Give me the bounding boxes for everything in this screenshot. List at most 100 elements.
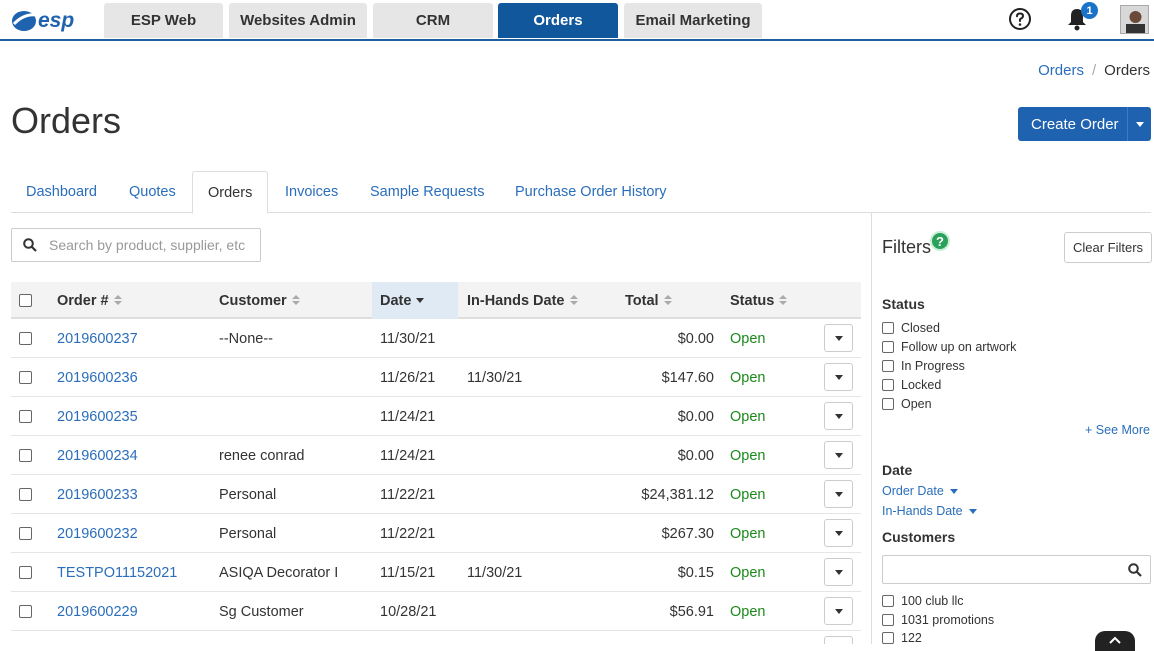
search-icon[interactable] (1128, 563, 1142, 577)
page-title: Orders (11, 100, 122, 141)
total-cell: $0.00 (677, 447, 714, 464)
checkbox[interactable] (882, 360, 894, 372)
checkbox[interactable] (882, 595, 894, 607)
tab-quotes[interactable]: Quotes (114, 171, 191, 213)
order-number-link[interactable]: 2019600236 (57, 358, 138, 397)
breadcrumb-orders-link[interactable]: Orders (1038, 62, 1084, 79)
filters-help-icon[interactable]: ? (930, 231, 950, 251)
breadcrumb: Orders / Orders (1038, 62, 1150, 79)
row-checkbox[interactable] (19, 410, 32, 423)
row-actions-dropdown[interactable] (824, 519, 853, 547)
order-number-link[interactable]: 2019600233 (57, 475, 138, 514)
create-order-dropdown-toggle[interactable] (1127, 107, 1151, 141)
row-actions-dropdown[interactable] (824, 441, 853, 469)
order-number-link[interactable]: 2019600229 (57, 592, 138, 631)
sort-descending-icon (416, 298, 425, 303)
row-actions-dropdown[interactable] (824, 402, 853, 430)
customer-filter-100-club[interactable]: 100 club llc (882, 593, 964, 609)
row-checkbox[interactable] (19, 332, 32, 345)
app-tab-orders[interactable]: Orders (498, 3, 618, 38)
table-row[interactable]: 2019600229 Sg Customer 10/28/21 $56.91 Open (11, 592, 861, 631)
select-all-checkbox[interactable] (19, 294, 32, 307)
status-filter-follow-up[interactable]: Follow up on artwork (882, 339, 1016, 355)
row-checkbox[interactable] (19, 605, 32, 618)
checkbox[interactable] (882, 379, 894, 391)
row-checkbox[interactable] (19, 566, 32, 579)
sort-icon (113, 295, 122, 306)
tab-sample-requests[interactable]: Sample Requests (355, 171, 499, 213)
row-select-cell (19, 397, 32, 436)
status-filter-locked[interactable]: Locked (882, 377, 941, 393)
create-order-button[interactable]: Create Order (1018, 107, 1151, 141)
checkbox[interactable] (882, 398, 894, 410)
row-actions-dropdown[interactable] (824, 558, 853, 586)
app-tab-websites-admin[interactable]: Websites Admin (229, 3, 367, 38)
in-hands-date-label: In-Hands Date (882, 504, 963, 518)
customer-filter-1031-promotions[interactable]: 1031 promotions (882, 612, 994, 628)
order-date-dropdown[interactable]: Order Date (882, 484, 958, 498)
column-order-number[interactable]: Order # (57, 282, 122, 319)
chevron-up-icon (1109, 636, 1121, 644)
table-row[interactable]: 2019600236 11/26/21 11/30/21 $147.60 Open (11, 358, 861, 397)
row-checkbox[interactable] (19, 488, 32, 501)
checkbox[interactable] (882, 632, 894, 644)
order-number-link[interactable]: 2019600235 (57, 397, 138, 436)
table-row[interactable]: 2019600232 Personal 11/22/21 $267.30 Open (11, 514, 861, 553)
table-row[interactable]: TESTPO11152021 ASIQA Decorator I 11/15/21 1… (11, 553, 861, 592)
status-filter-open[interactable]: Open (882, 396, 932, 412)
esp-logo[interactable]: esp (10, 5, 86, 35)
tab-dashboard[interactable]: Dashboard (11, 171, 112, 213)
row-checkbox[interactable] (19, 371, 32, 384)
date-cell: 10/28/21 (380, 603, 437, 620)
status-see-more-link[interactable]: + See More (1085, 423, 1150, 437)
table-row[interactable]: 2019600237 --None-- 11/30/21 $0.00 Open (11, 319, 861, 358)
row-select-cell (19, 319, 32, 358)
tab-orders[interactable]: Orders (192, 171, 269, 214)
customer-cell: --None-- (219, 330, 273, 347)
column-total[interactable]: Total (625, 282, 672, 319)
row-actions-dropdown[interactable] (824, 324, 853, 352)
order-number-link[interactable]: 2019600234 (57, 436, 138, 475)
checkbox[interactable] (882, 341, 894, 353)
tab-invoices[interactable]: Invoices (270, 171, 353, 213)
checkbox[interactable] (882, 614, 894, 626)
column-status[interactable]: Status (730, 282, 788, 319)
row-actions-dropdown[interactable] (824, 636, 853, 644)
customer-cell: renee conrad (219, 447, 305, 464)
order-number-link[interactable]: 2019600232 (57, 514, 138, 553)
table-row[interactable]: 2019600233 Personal 11/22/21 $24,381.12 Open (11, 475, 861, 514)
status-option-label: Open (901, 397, 932, 411)
in-hands-date-dropdown[interactable]: In-Hands Date (882, 504, 977, 518)
row-checkbox[interactable] (19, 527, 32, 540)
app-tab-crm[interactable]: CRM (373, 3, 493, 38)
scroll-to-top-button[interactable] (1095, 631, 1135, 651)
table-row[interactable]: 2019600234 renee conrad 11/24/21 $0.00 Open (11, 436, 861, 475)
user-avatar[interactable] (1120, 5, 1149, 34)
app-tab-email-marketing[interactable]: Email Marketing (624, 3, 762, 38)
order-number-link[interactable]: TESTPO11152021 (57, 553, 177, 592)
search-input[interactable] (47, 236, 247, 254)
column-in-hands-date[interactable]: In-Hands Date (467, 282, 578, 319)
table-row[interactable] (11, 631, 861, 644)
row-actions-dropdown[interactable] (824, 597, 853, 625)
column-date[interactable]: Date (372, 282, 458, 319)
row-actions-dropdown[interactable] (824, 363, 853, 391)
tab-purchase-order-history[interactable]: Purchase Order History (500, 171, 682, 213)
status-filter-in-progress[interactable]: In Progress (882, 358, 965, 374)
date-cell: 11/30/21 (380, 330, 436, 347)
row-actions-dropdown[interactable] (824, 480, 853, 508)
help-icon[interactable] (1008, 7, 1032, 31)
clear-filters-button[interactable]: Clear Filters (1064, 232, 1152, 263)
table-header: Order # Customer Date In-Hands Date Tota… (11, 282, 861, 319)
status-filter-closed[interactable]: Closed (882, 320, 940, 336)
column-customer[interactable]: Customer (219, 282, 300, 319)
order-number-link[interactable]: 2019600237 (57, 319, 138, 358)
date-cell: 11/24/21 (380, 447, 436, 464)
date-cell: 11/15/21 (380, 564, 436, 581)
table-row[interactable]: 2019600235 11/24/21 $0.00 Open (11, 397, 861, 436)
checkbox[interactable] (882, 322, 894, 334)
customer-search-box[interactable] (882, 555, 1151, 584)
app-tab-esp-web[interactable]: ESP Web (104, 3, 223, 38)
create-order-label[interactable]: Create Order (1018, 116, 1127, 133)
row-checkbox[interactable] (19, 449, 32, 462)
